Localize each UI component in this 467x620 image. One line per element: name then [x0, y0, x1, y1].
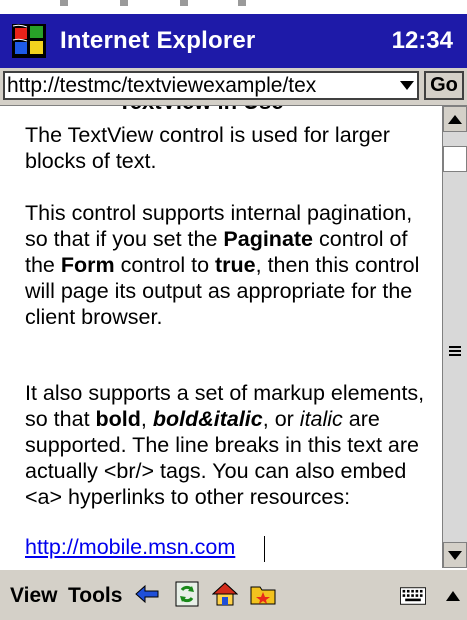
back-arrow-icon[interactable] — [134, 581, 160, 607]
italic-text: italic — [299, 407, 343, 431]
bold-italic-text: bold&italic — [152, 407, 263, 431]
scroll-thumb[interactable] — [443, 146, 467, 172]
page-content: TextView in Use The TextView control is … — [0, 106, 441, 568]
triangle-down-icon[interactable] — [398, 73, 416, 98]
keyboard-icon[interactable] — [400, 583, 426, 609]
bold-text: Form — [60, 253, 115, 277]
paragraph-intro: The TextView control is used for larger … — [25, 123, 390, 173]
url-input[interactable]: http://testmc/textviewexample/tex — [3, 71, 419, 100]
strip-tick — [238, 0, 246, 6]
text-run: , — [140, 407, 153, 431]
clock[interactable]: 12:34 — [392, 27, 453, 55]
home-icon[interactable] — [212, 581, 238, 607]
command-bar: View Tools — [0, 568, 467, 620]
sip-up-arrow-icon[interactable] — [440, 583, 466, 609]
page-heading: TextView in Use — [118, 106, 283, 115]
scroll-up-button[interactable] — [443, 106, 467, 132]
scroll-grip-icon — [449, 346, 461, 358]
text-run: , or — [262, 407, 300, 431]
menu-view[interactable]: View — [10, 584, 57, 608]
bold-text: Paginate — [223, 227, 314, 251]
menu-tools[interactable]: Tools — [68, 584, 122, 608]
app-title: Internet Explorer — [60, 27, 256, 54]
paragraph-markup: It also supports a set of markup element… — [25, 380, 439, 510]
strip-tick — [60, 0, 68, 6]
windows-flag-icon[interactable] — [12, 24, 46, 58]
go-button[interactable]: Go — [424, 71, 464, 100]
bold-text: true — [215, 253, 256, 277]
text-run: control to — [114, 253, 216, 277]
scroll-down-button[interactable] — [443, 542, 467, 568]
text-caret — [264, 536, 265, 562]
favorites-icon[interactable] — [250, 581, 276, 607]
refresh-icon[interactable] — [174, 581, 200, 607]
paragraph-pagination: This control supports internal paginatio… — [25, 200, 439, 330]
vertical-scrollbar[interactable] — [442, 106, 467, 568]
top-strip — [0, 0, 467, 14]
hyperlink[interactable]: http://mobile.msn.com — [25, 534, 235, 560]
strip-tick — [120, 0, 128, 6]
address-bar: http://testmc/textviewexample/tex Go — [0, 68, 467, 106]
title-bar: Internet Explorer 12:34 — [0, 14, 467, 68]
strip-tick — [180, 0, 188, 6]
bold-text: bold — [95, 407, 141, 431]
